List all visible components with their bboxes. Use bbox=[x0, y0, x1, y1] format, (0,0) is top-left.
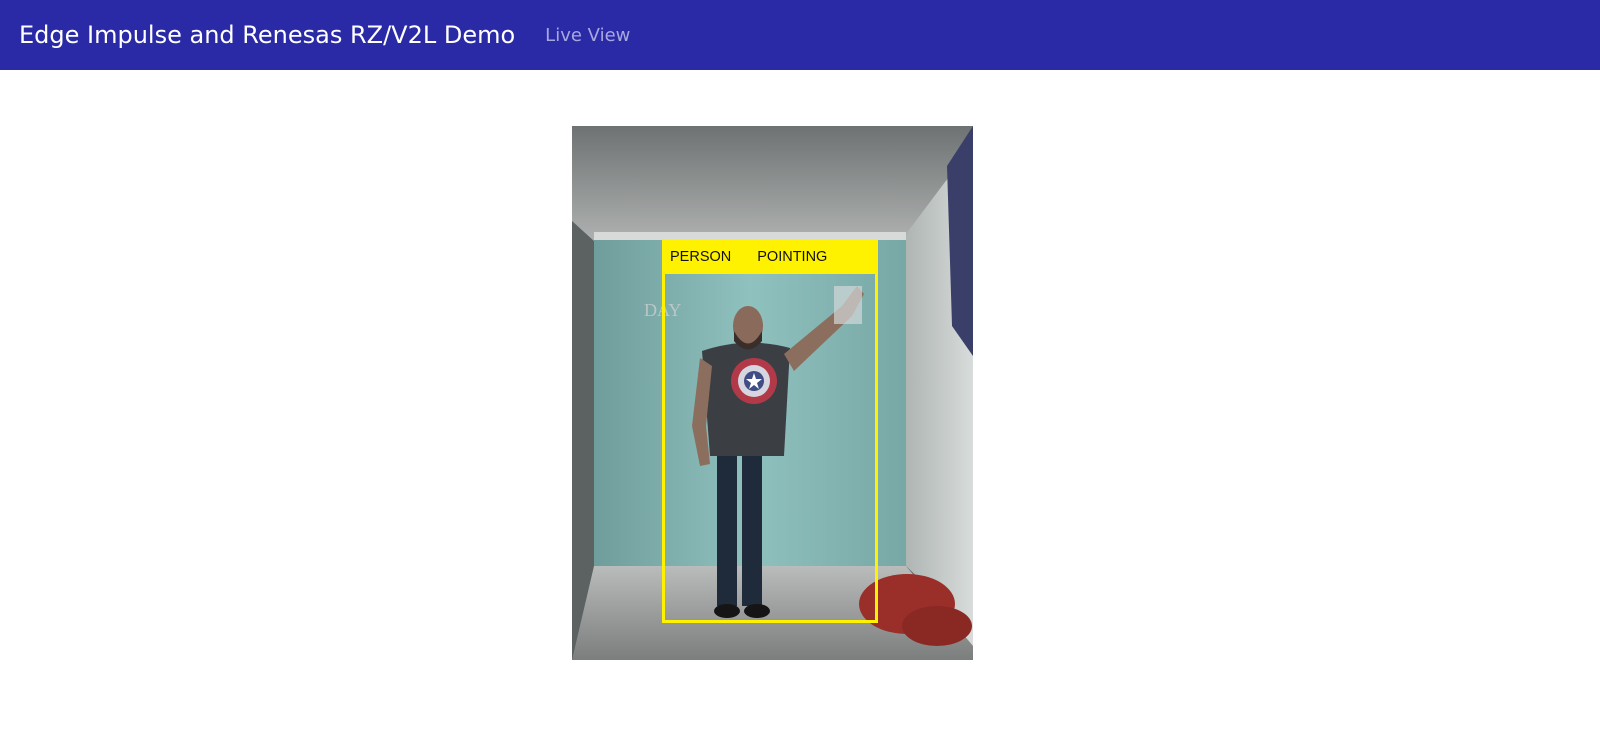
detection-label-pointing: POINTING bbox=[757, 248, 828, 265]
detection-label-person: PERSON bbox=[670, 248, 732, 265]
app-title[interactable]: Edge Impulse and Renesas RZ/V2L Demo bbox=[19, 21, 515, 49]
detection-label-bar: PERSON POINTING bbox=[662, 239, 878, 274]
detection-bounding-box bbox=[662, 272, 878, 623]
live-view-link[interactable]: Live View bbox=[545, 25, 630, 46]
camera-feed: DAY PERSON POINTING bbox=[572, 126, 973, 660]
top-navbar: Edge Impulse and Renesas RZ/V2L Demo Liv… bbox=[0, 0, 1600, 70]
